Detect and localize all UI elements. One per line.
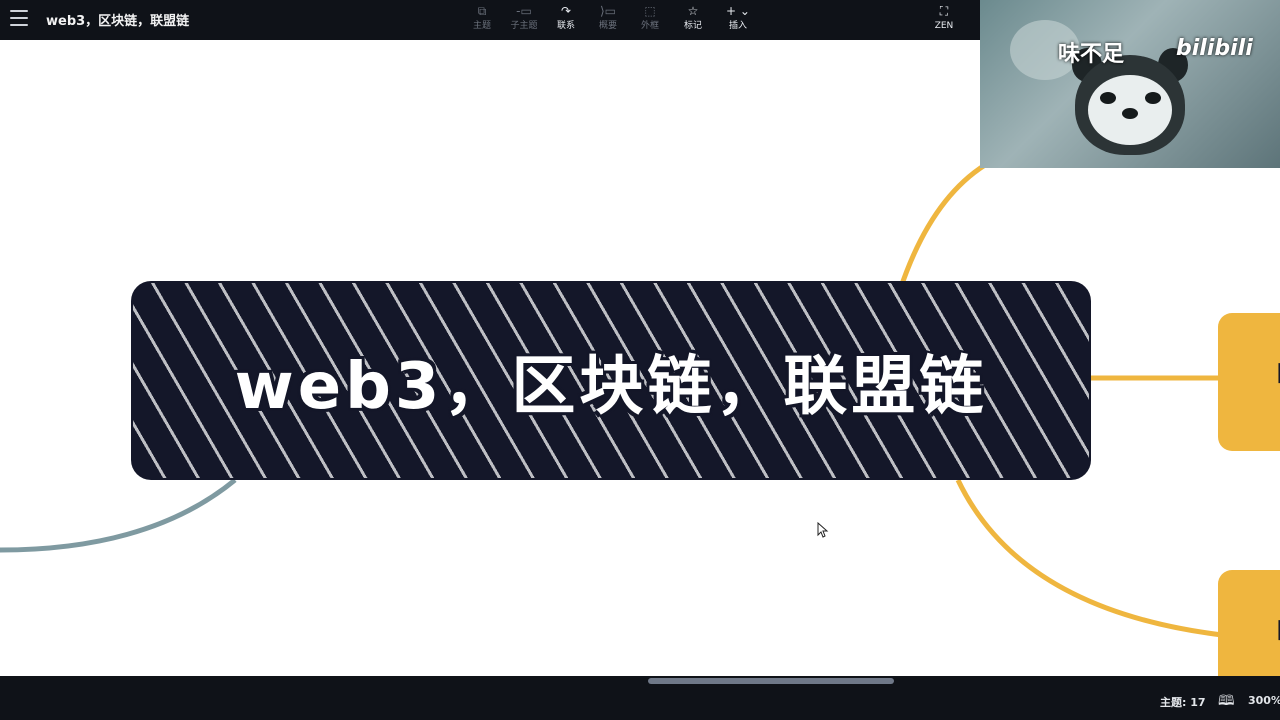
status-bar: 主题: 17 🕮 300% xyxy=(0,676,1280,720)
outline-book-icon[interactable]: 🕮 xyxy=(1218,690,1235,714)
summary-icon: ⟩▭ xyxy=(599,4,617,18)
marker-tool-label: 标记 xyxy=(683,21,702,31)
topic-icon: ⧉ xyxy=(477,4,487,18)
central-topic-title[interactable]: web3，区块链，联盟链 xyxy=(133,283,1089,478)
horizontal-scrollbar[interactable] xyxy=(648,678,894,684)
topic-tool-label: 主题 xyxy=(472,21,491,31)
mouse-cursor-icon xyxy=(817,522,829,538)
summary-tool-label: 概要 xyxy=(598,21,617,31)
zen-label: ZEN xyxy=(934,21,954,31)
topic-tool-button[interactable]: ⧉ 主题 xyxy=(462,3,502,32)
hamburger-menu-icon[interactable] xyxy=(10,10,28,26)
zoom-level[interactable]: 300% xyxy=(1248,694,1280,707)
connector-left xyxy=(0,478,237,553)
bilibili-logo: bilibili xyxy=(1176,36,1253,61)
central-topic[interactable]: web3，区块链，联盟链 xyxy=(133,283,1089,478)
plus-dropdown-icon: + ⌄ xyxy=(726,4,750,18)
branch-topic-right-char: ■ xyxy=(1276,357,1280,387)
webcam-overlay: 味不足 bilibili xyxy=(980,0,1280,168)
branch-topic-right[interactable]: ■ xyxy=(1218,313,1280,451)
subtopic-icon: -▭ xyxy=(516,4,532,18)
insert-tool-button[interactable]: + ⌄ 插入 xyxy=(718,3,758,32)
boundary-icon: ⬚ xyxy=(644,4,656,18)
subtopic-tool-button[interactable]: -▭ 子主题 xyxy=(504,3,544,32)
relationship-tool-button[interactable]: ↷ 联系 xyxy=(546,3,586,32)
boundary-tool-button[interactable]: ⬚ 外框 xyxy=(630,3,670,32)
zen-mode-button[interactable]: ⛶ ZEN xyxy=(924,3,964,32)
boundary-tool-label: 外框 xyxy=(640,21,659,31)
relationship-tool-label: 联系 xyxy=(556,21,575,31)
marker-tool-button[interactable]: ☆ 标记 xyxy=(673,3,713,32)
branch-topic-bottom-right-char: ■ xyxy=(1276,614,1280,644)
stream-watermark: 味不足 xyxy=(1058,42,1125,67)
star-icon: ☆ xyxy=(687,4,699,18)
branch-topic-bottom-right[interactable]: ■ xyxy=(1218,570,1280,676)
insert-tool-label: 插入 xyxy=(728,21,747,31)
summary-tool-button[interactable]: ⟩▭ 概要 xyxy=(588,3,628,32)
connector-top-right xyxy=(897,162,987,291)
document-title: web3，区块链，联盟链 xyxy=(46,14,190,29)
relationship-icon: ↷ xyxy=(560,4,572,18)
topic-count: 主题: 17 xyxy=(1160,696,1206,709)
subtopic-tool-label: 子主题 xyxy=(510,21,538,31)
fullscreen-icon: ⛶ xyxy=(939,4,949,18)
connector-bottom-right xyxy=(955,478,1223,638)
